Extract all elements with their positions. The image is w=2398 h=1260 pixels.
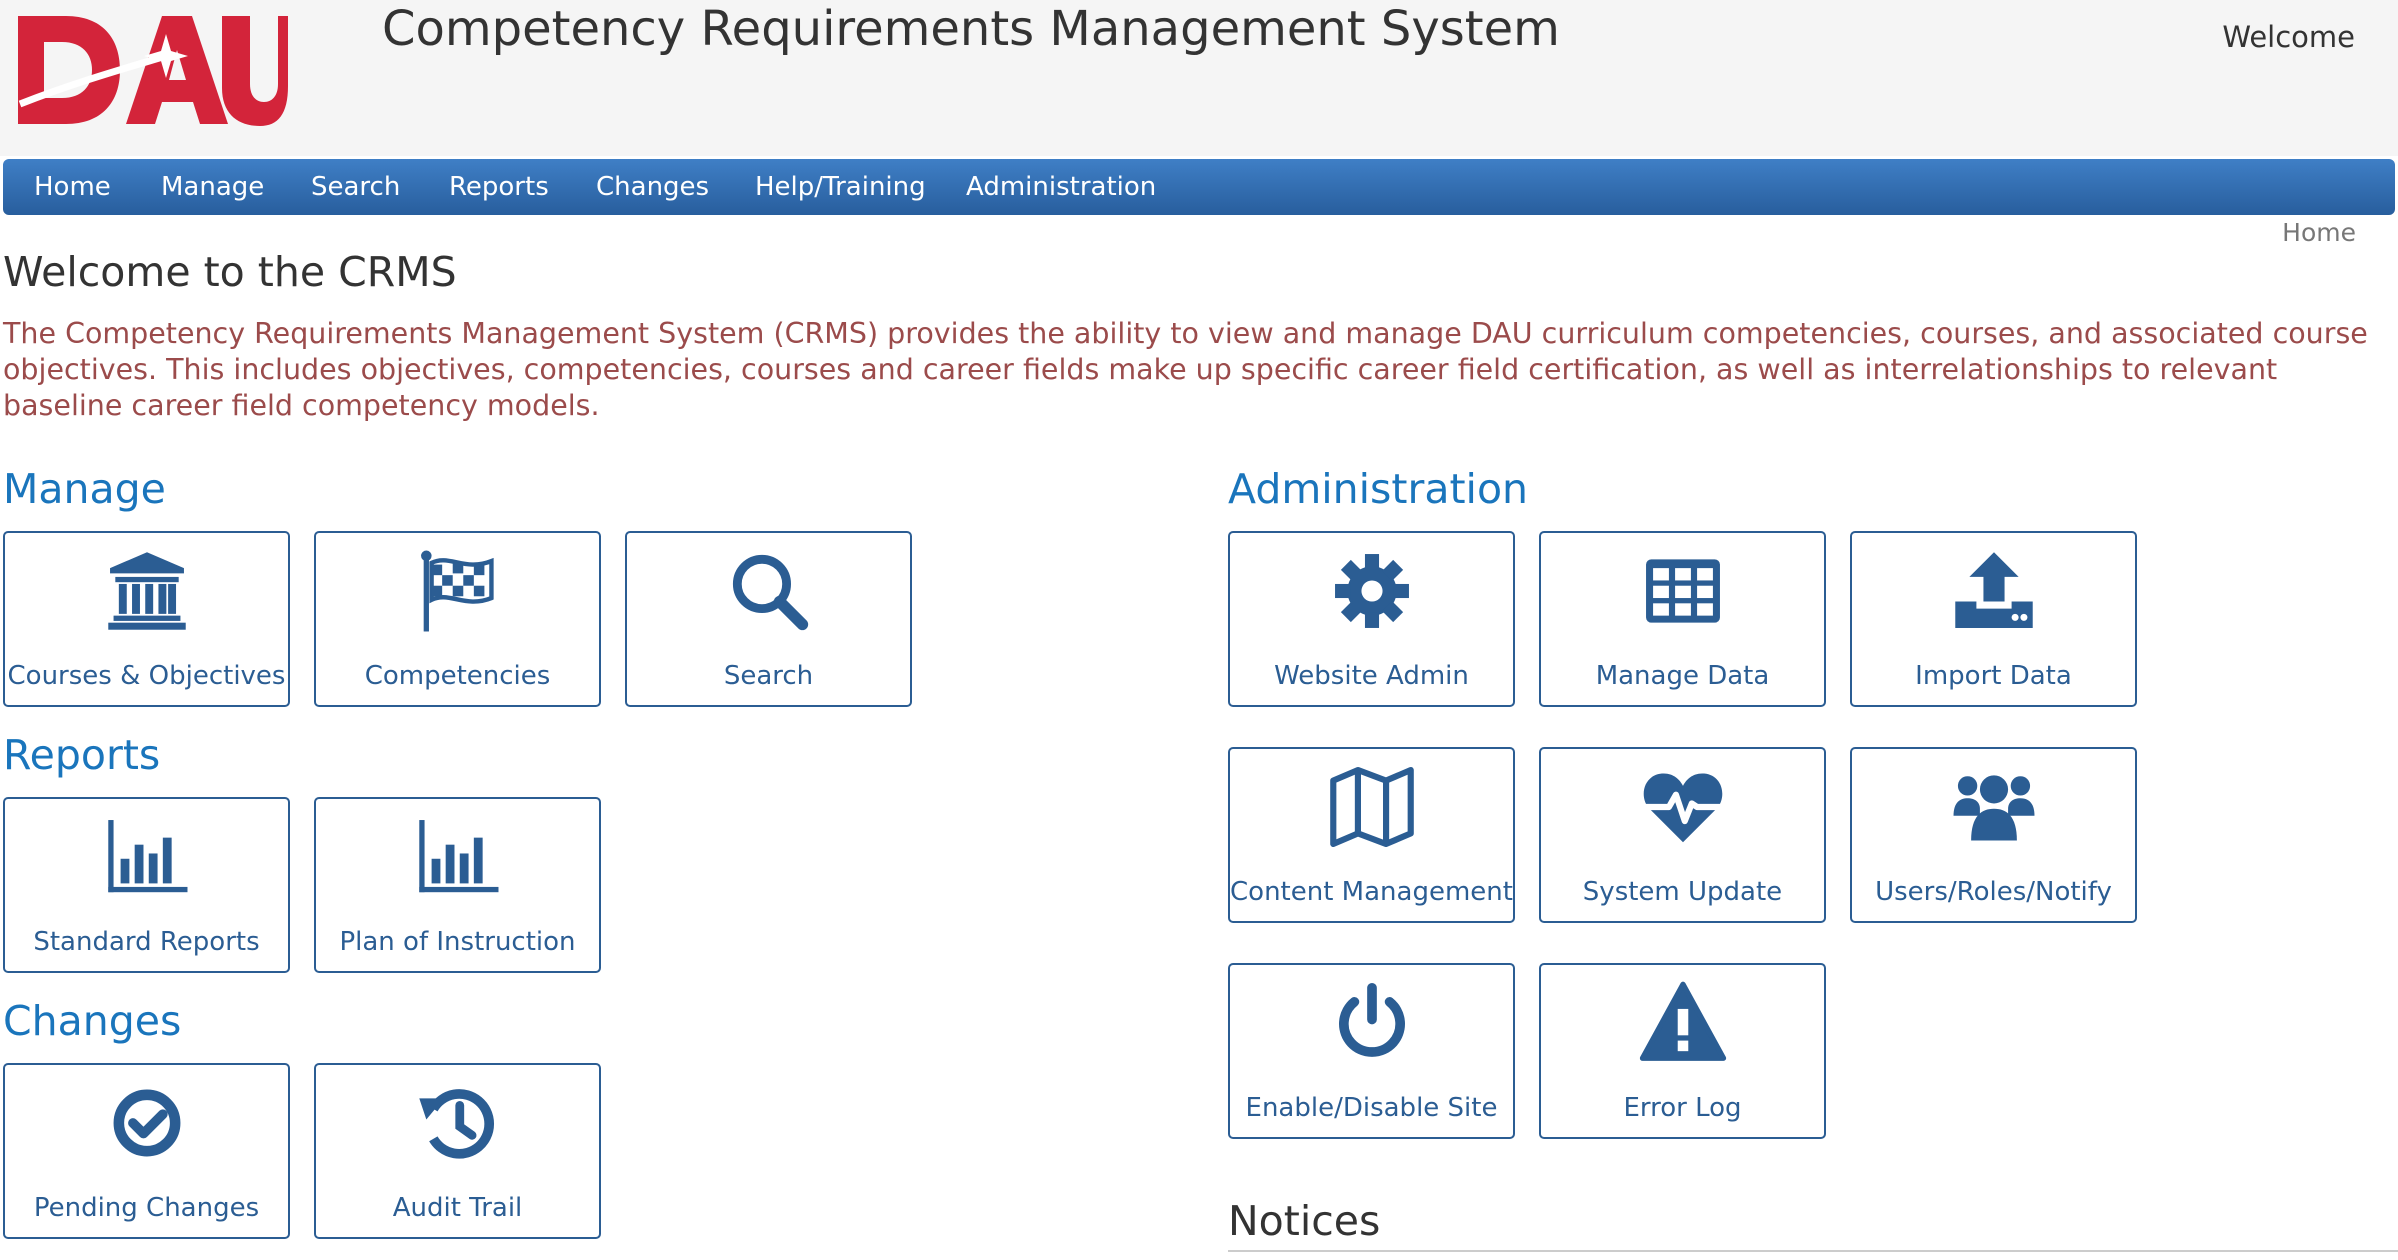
map-icon [1230,763,1513,851]
history-icon [316,1079,599,1167]
tile-label: Enable/Disable Site [1245,1093,1498,1123]
tile-label: Manage Data [1595,661,1770,691]
tile-users-roles-notify[interactable]: Users/Roles/Notify [1850,747,2137,923]
flag-checkered-icon [316,547,599,635]
section-title-administration: Administration [1228,465,1529,513]
gear-icon [1230,547,1513,635]
tile-system-update[interactable]: System Update [1539,747,1826,923]
upload-icon [1852,547,2135,635]
section-title-changes: Changes [3,997,182,1045]
tile-courses-objectives[interactable]: Courses & Objectives [3,531,290,707]
nav-search[interactable]: Search [311,159,400,215]
tile-label: Import Data [1915,661,2072,691]
institution-icon [5,547,288,635]
tile-import-data[interactable]: Import Data [1850,531,2137,707]
check-circle-icon [5,1079,288,1167]
tile-website-admin[interactable]: Website Admin [1228,531,1515,707]
nav-reports[interactable]: Reports [449,159,549,215]
bar-chart-icon [316,813,599,901]
tile-label: Content Management [1230,877,1513,907]
table-icon [1541,547,1824,635]
power-icon [1230,979,1513,1067]
tile-label: Error Log [1623,1093,1742,1123]
tile-plan-of-instruction[interactable]: Plan of Instruction [314,797,601,973]
tile-label: Standard Reports [33,927,260,957]
bar-chart-icon [5,813,288,901]
page-title: Welcome to the CRMS [3,248,457,296]
warning-icon [1541,979,1824,1067]
tile-manage-data[interactable]: Manage Data [1539,531,1826,707]
dau-logo[interactable] [16,12,290,130]
users-icon [1852,763,2135,851]
nav-manage[interactable]: Manage [161,159,264,215]
tile-label: Competencies [364,661,551,691]
notices-divider [1228,1250,2398,1252]
intro-text: The Competency Requirements Management S… [3,317,2368,422]
nav-help-training[interactable]: Help/Training [755,159,926,215]
tile-label: Audit Trail [392,1193,523,1223]
header: Competency Requirements Management Syste… [0,0,2398,156]
tile-label: Search [723,661,814,691]
tile-label: System Update [1582,877,1783,907]
tile-enable-disable-site[interactable]: Enable/Disable Site [1228,963,1515,1139]
tile-audit-trail[interactable]: Audit Trail [314,1063,601,1239]
welcome-text: Welcome [2222,20,2355,54]
tile-competencies[interactable]: Competencies [314,531,601,707]
tile-standard-reports[interactable]: Standard Reports [3,797,290,973]
tile-label: Users/Roles/Notify [1875,877,2112,907]
dau-logo-icon [18,16,288,126]
app-title: Competency Requirements Management Syste… [382,1,1560,57]
tile-label: Pending Changes [33,1193,260,1223]
tile-search[interactable]: Search [625,531,912,707]
tile-label: Plan of Instruction [339,927,576,957]
heartbeat-icon [1541,763,1824,851]
tile-pending-changes[interactable]: Pending Changes [3,1063,290,1239]
search-icon [627,547,910,635]
tile-error-log[interactable]: Error Log [1539,963,1826,1139]
tile-label: Courses & Objectives [7,661,286,691]
tile-label: Website Admin [1274,661,1469,691]
section-title-reports: Reports [3,731,161,779]
tile-content-management[interactable]: Content Management [1228,747,1515,923]
nav-changes[interactable]: Changes [596,159,709,215]
breadcrumb[interactable]: Home [2282,218,2356,247]
nav-home[interactable]: Home [34,159,111,215]
nav-administration[interactable]: Administration [966,159,1156,215]
section-title-manage: Manage [3,465,166,513]
section-title-notices: Notices [1228,1197,1381,1245]
main-nav: Home Manage Search Reports Changes Help/… [3,159,2395,215]
